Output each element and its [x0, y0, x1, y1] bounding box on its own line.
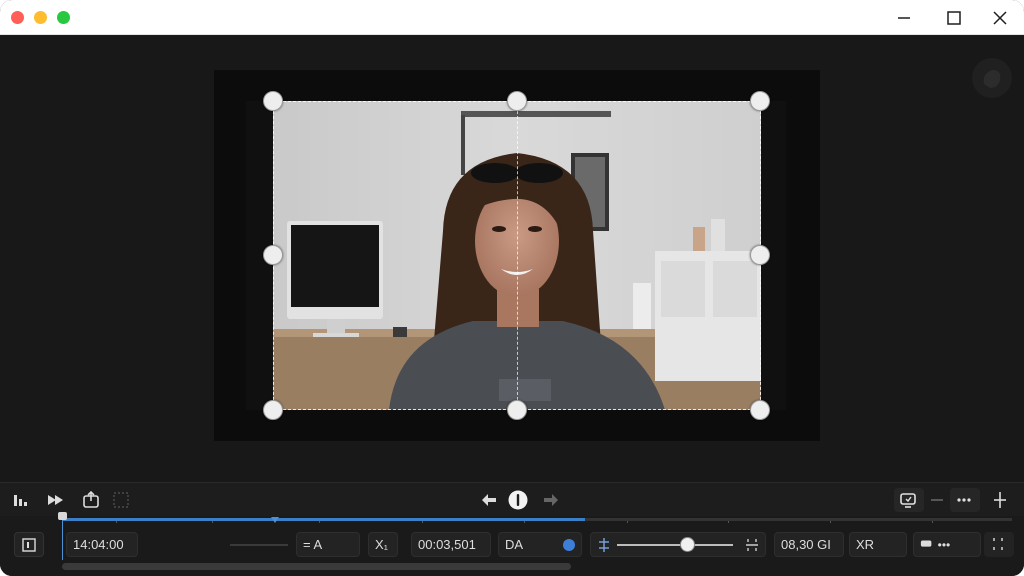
horizontal-scrollbar[interactable]	[62, 563, 571, 570]
crop-handle-middle-right[interactable]	[750, 245, 770, 265]
tag-icon	[920, 540, 932, 547]
divider	[230, 544, 288, 546]
color-dot[interactable]	[563, 539, 575, 551]
fast-forward-icon[interactable]	[45, 489, 67, 511]
crop-handle-top-right[interactable]	[750, 91, 770, 111]
field-da-label: DA	[505, 537, 524, 552]
timeline-remaining	[585, 518, 1012, 521]
playhead-knob[interactable]	[58, 512, 67, 520]
more-button[interactable]	[950, 488, 980, 512]
expand-icon[interactable]	[743, 536, 761, 554]
field-da[interactable]: DA	[498, 532, 582, 557]
field-xr[interactable]: XR	[849, 532, 907, 557]
crop-handle-top-center[interactable]	[507, 91, 527, 111]
grid-icon[interactable]	[110, 489, 132, 511]
info-icon[interactable]	[507, 489, 529, 511]
crop-handle-bottom-right[interactable]	[750, 400, 770, 420]
zoom-slider[interactable]	[590, 532, 766, 557]
app-window: 14:04:00 = A X₁ 00:03,501 DA 08,30 GI XR…	[0, 0, 1024, 576]
center-guide	[517, 101, 518, 410]
minus-icon[interactable]	[926, 489, 948, 511]
collapse-button[interactable]	[984, 532, 1014, 557]
export-icon[interactable]	[80, 489, 102, 511]
arrow-right-icon[interactable]	[540, 489, 562, 511]
duration-field[interactable]: 00:03,501	[411, 532, 491, 557]
crop-handle-bottom-left[interactable]	[263, 400, 283, 420]
arrow-left-icon[interactable]	[478, 489, 500, 511]
playback-toolbar	[0, 482, 1024, 516]
slider-thumb[interactable]	[679, 537, 695, 552]
split-icon[interactable]	[989, 489, 1011, 511]
minimize-icon[interactable]	[892, 6, 916, 30]
frame-button[interactable]	[14, 532, 44, 557]
frame-icon	[22, 538, 36, 552]
crop-handle-top-left[interactable]	[263, 91, 283, 111]
collapse-icon	[993, 538, 1003, 550]
fit-icon[interactable]	[595, 536, 613, 554]
timeline-panel: 14:04:00 = A X₁ 00:03,501 DA 08,30 GI XR…	[0, 512, 1024, 576]
slider-track[interactable]	[617, 544, 733, 546]
preview-stage	[0, 36, 1024, 482]
screen-button[interactable]	[894, 488, 924, 512]
field-x[interactable]: X₁	[368, 532, 398, 557]
minimize-traffic-light[interactable]	[34, 11, 47, 24]
title-bar	[0, 0, 1024, 35]
options-more: •••	[937, 538, 951, 552]
close-icon[interactable]	[988, 6, 1012, 30]
watermark-icon	[972, 58, 1012, 98]
timeline-progress	[62, 518, 585, 521]
levels-icon[interactable]	[10, 489, 32, 511]
screen-icon	[900, 493, 916, 508]
timecode-field[interactable]: 14:04:00	[66, 532, 138, 557]
maximize-icon[interactable]	[942, 6, 966, 30]
crop-handle-middle-left[interactable]	[263, 245, 283, 265]
crop-handle-bottom-center[interactable]	[507, 400, 527, 420]
playhead[interactable]	[62, 518, 63, 560]
field-a[interactable]: = A	[296, 532, 360, 557]
timeline-marker[interactable]	[271, 517, 279, 523]
zoom-traffic-light[interactable]	[57, 11, 70, 24]
close-traffic-light[interactable]	[11, 11, 24, 24]
options-field[interactable]: •••	[913, 532, 981, 557]
more-icon	[957, 498, 971, 502]
size-field[interactable]: 08,30 GI	[774, 532, 844, 557]
